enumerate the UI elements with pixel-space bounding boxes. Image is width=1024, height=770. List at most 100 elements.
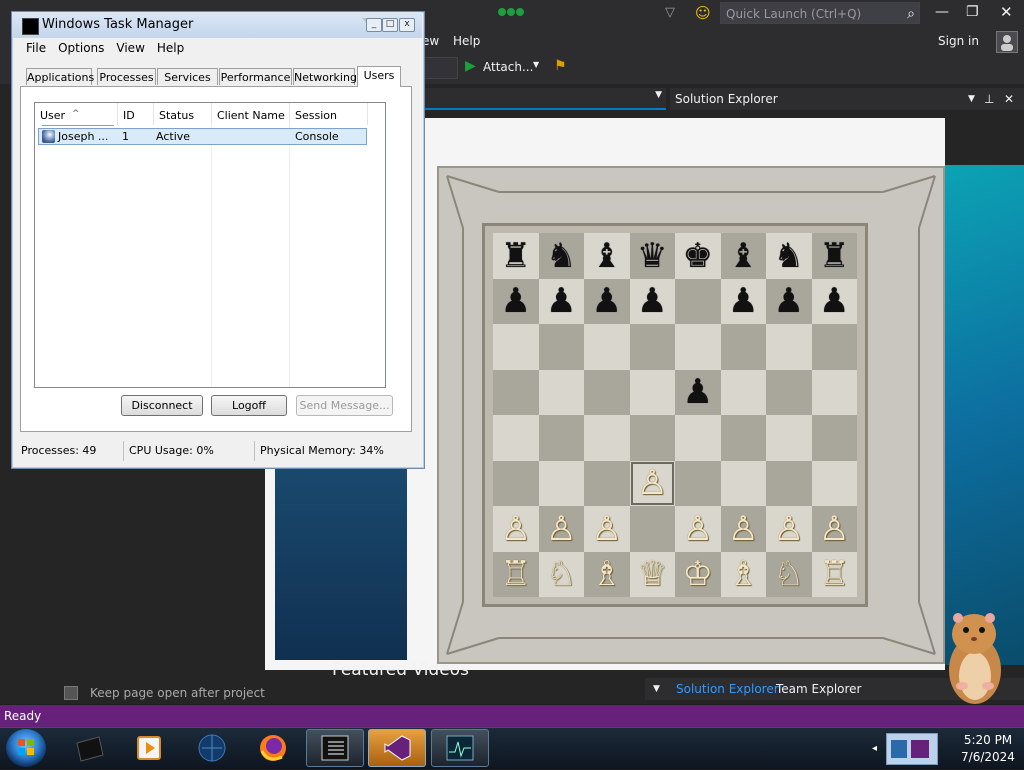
chess-square[interactable]: ♟	[538, 278, 584, 324]
clock-time[interactable]: 5:20 PM	[952, 733, 1024, 747]
tab-team-explorer[interactable]: Team Explorer	[776, 678, 862, 700]
chess-square[interactable]: ♝	[584, 233, 630, 279]
chess-square[interactable]	[675, 278, 721, 324]
taskbar-media-player[interactable]	[120, 729, 178, 767]
chess-square[interactable]	[538, 324, 584, 370]
attach-button[interactable]: Attach...	[483, 60, 533, 74]
tab-services[interactable]: Services	[157, 68, 218, 85]
task-manager-title-bar[interactable]: Windows Task Manager _ □ x	[12, 12, 422, 38]
menu-file[interactable]: File	[18, 38, 52, 58]
table-row[interactable]: Joseph ... 1 Active Console	[38, 128, 367, 145]
chess-square[interactable]	[811, 415, 857, 461]
chess-square[interactable]	[766, 415, 812, 461]
chess-square[interactable]	[766, 369, 812, 415]
chess-square[interactable]: ♜	[811, 233, 857, 279]
chess-square[interactable]: ♜	[493, 233, 539, 279]
start-button[interactable]	[6, 729, 46, 767]
account-avatar-icon[interactable]	[996, 31, 1018, 53]
chess-square[interactable]: ♟	[629, 278, 675, 324]
tray-preview-icon[interactable]	[886, 733, 938, 765]
clock-date[interactable]: 7/6/2024	[952, 750, 1024, 764]
taskbar-firefox[interactable]	[244, 729, 302, 767]
chess-piece-icon[interactable]: ♖	[819, 557, 849, 591]
chess-piece-icon[interactable]: ♙	[819, 512, 849, 546]
chess-square[interactable]	[493, 369, 539, 415]
tab-applications[interactable]: Applications	[26, 68, 94, 85]
chess-piece-icon[interactable]: ♘	[546, 557, 576, 591]
chess-square[interactable]: ♞	[766, 233, 812, 279]
tab-performance[interactable]: Performance	[219, 68, 292, 85]
chess-board[interactable]: ♜ ♞ ♝ ♛ ♚ ♝ ♞ ♜ ♟ ♟ ♟ ♟ ♟ ♟ ♟ ♟ ♙ ♙ ♙ ♙ ♙ ♙ ♙ ♙ ♖ ♘ ♗ ♕ ♔ ♗ ♘ ♖	[493, 233, 857, 597]
chess-square[interactable]	[493, 460, 539, 506]
keep-page-open-checkbox[interactable]	[64, 686, 78, 700]
chess-square[interactable]	[720, 369, 766, 415]
menu-options[interactable]: Options	[52, 38, 110, 58]
tm-close-button[interactable]: x	[399, 18, 415, 32]
users-list[interactable]: User ^ ID Status Client Name Session Jos…	[34, 102, 386, 388]
chess-piece-icon[interactable]: ♖	[501, 557, 531, 591]
chess-piece-icon[interactable]: ♝	[728, 239, 758, 273]
chess-square[interactable]: ♟	[584, 278, 630, 324]
taskbar-console-app[interactable]	[60, 729, 118, 767]
chess-square[interactable]	[584, 460, 630, 506]
chess-piece-icon[interactable]: ♟	[592, 284, 622, 318]
chess-piece-icon[interactable]: ♗	[592, 557, 622, 591]
menu-view[interactable]: View	[110, 38, 150, 58]
chess-square[interactable]: ♙	[538, 506, 584, 552]
vs-notification-icon[interactable]	[496, 6, 526, 16]
chess-square[interactable]	[584, 324, 630, 370]
chess-piece-icon[interactable]: ♗	[728, 557, 758, 591]
chess-square[interactable]: ♙	[766, 506, 812, 552]
disconnect-button[interactable]: Disconnect	[121, 395, 203, 416]
quick-launch-input[interactable]: Quick Launch (Ctrl+Q) ⌕	[720, 2, 920, 24]
chess-piece-icon[interactable]: ♟	[728, 284, 758, 318]
chess-square[interactable]: ♖	[493, 551, 539, 597]
tab-users[interactable]: Users	[357, 66, 401, 87]
chess-square[interactable]	[675, 324, 721, 370]
column-header-status[interactable]: Status	[154, 103, 212, 125]
chess-square[interactable]: ♟	[720, 278, 766, 324]
chess-piece-icon[interactable]: ♞	[774, 239, 804, 273]
filter-icon[interactable]: ▽	[665, 5, 675, 20]
tm-maximize-button[interactable]: □	[382, 18, 398, 32]
chess-piece-icon[interactable]: ♟	[501, 284, 531, 318]
chess-square[interactable]: ♟	[811, 278, 857, 324]
chess-square[interactable]	[538, 415, 584, 461]
config-dropdown[interactable]	[422, 57, 458, 79]
chess-square[interactable]: ♚	[675, 233, 721, 279]
column-header-id[interactable]: ID	[118, 103, 154, 125]
chess-square[interactable]: ♙	[675, 506, 721, 552]
chess-square[interactable]: ♘	[766, 551, 812, 597]
close-window-button[interactable]: ✕	[1000, 3, 1013, 21]
pin-icon[interactable]: ⊥	[984, 88, 994, 110]
chess-square[interactable]	[538, 369, 584, 415]
attach-dropdown-icon[interactable]: ▼	[533, 60, 539, 69]
tab-solution-explorer[interactable]: Solution Explorer	[676, 678, 779, 700]
menu-item-help[interactable]: Help	[453, 34, 480, 48]
chess-square[interactable]: ♙	[584, 506, 630, 552]
chess-square[interactable]	[584, 369, 630, 415]
chess-square[interactable]	[766, 460, 812, 506]
chess-square[interactable]	[538, 460, 584, 506]
chess-square[interactable]: ♙	[493, 506, 539, 552]
chess-piece-icon[interactable]: ♝	[592, 239, 622, 273]
chess-square[interactable]: ♛	[629, 233, 675, 279]
show-hidden-icons-icon[interactable]: ◂	[872, 743, 877, 754]
chess-square[interactable]	[629, 415, 675, 461]
chess-square[interactable]	[493, 415, 539, 461]
chess-square[interactable]	[584, 415, 630, 461]
hamster-desktop-pet[interactable]	[944, 606, 1006, 706]
chess-square[interactable]	[720, 460, 766, 506]
tab-processes[interactable]: Processes	[97, 68, 156, 85]
logoff-button[interactable]: Logoff	[211, 395, 287, 416]
feedback-smiley-icon[interactable]: ☺	[695, 4, 711, 22]
chess-square[interactable]: ♟	[675, 369, 721, 415]
chess-piece-icon[interactable]: ♚	[683, 239, 713, 273]
find-in-files-icon[interactable]: ⚑	[554, 58, 567, 74]
sign-in-link[interactable]: Sign in	[938, 34, 979, 48]
chess-piece-icon[interactable]: ♘	[774, 557, 804, 591]
chess-square[interactable]: ♖	[811, 551, 857, 597]
chess-square[interactable]: ♕	[629, 551, 675, 597]
chess-square[interactable]: ♝	[720, 233, 766, 279]
start-debug-icon[interactable]: ▶	[465, 58, 476, 74]
